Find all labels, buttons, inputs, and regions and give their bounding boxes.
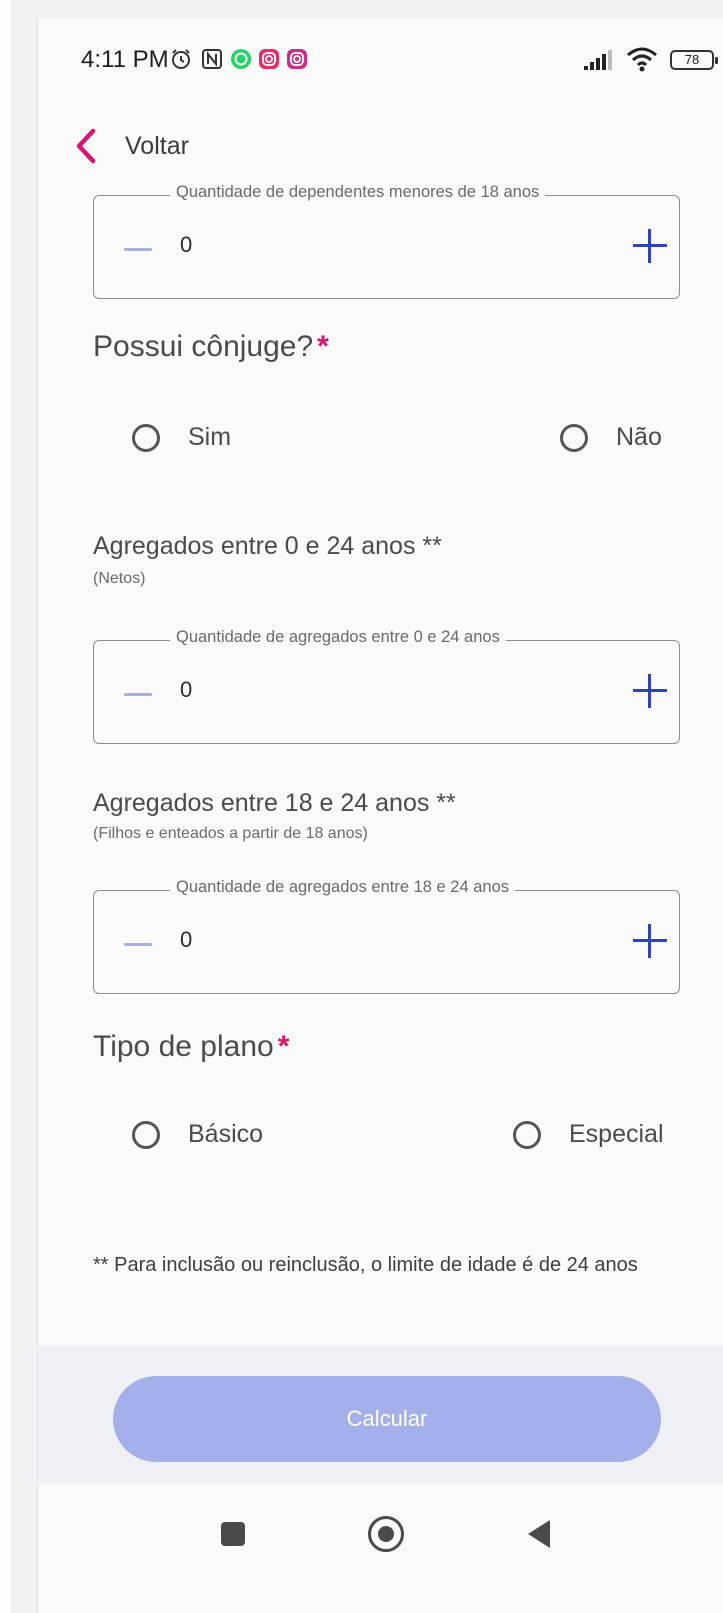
- minus-button[interactable]: [124, 236, 152, 264]
- plus-button[interactable]: [633, 229, 667, 263]
- radio-label: Básico: [188, 1120, 264, 1148]
- plan-radio-basico[interactable]: Básico: [132, 1120, 263, 1149]
- alarm-icon: [172, 49, 190, 69]
- radio-circle-icon: [513, 1120, 541, 1149]
- wifi-icon: [627, 47, 657, 72]
- back-button[interactable]: Voltar: [75, 126, 189, 166]
- aggregates-18-24-label: Quantidade de agregados entre 18 e 24 an…: [170, 878, 516, 897]
- background-panel: [0, 0, 12, 1613]
- aggregates-18-24-subtitle: (Filhos e enteados a partir de 18 anos): [93, 825, 368, 842]
- whatsapp-icon: [231, 49, 251, 69]
- spouse-question-text: Possui cônjuge?: [93, 330, 314, 363]
- plus-button[interactable]: [633, 674, 667, 708]
- plan-radio-especial[interactable]: Especial: [513, 1120, 664, 1149]
- system-nav-bar: [38, 1484, 723, 1613]
- minus-button[interactable]: [124, 681, 152, 709]
- back-label: Voltar: [125, 131, 189, 160]
- age-limit-note: ** Para inclusão ou reinclusão, o limite…: [93, 1254, 638, 1276]
- aggregates-0-24-title: Agregados entre 0 e 24 anos **: [93, 532, 442, 560]
- radio-circle-icon: [560, 423, 588, 452]
- spouse-question: Possui cônjuge? *: [93, 330, 329, 364]
- aggregates-0-24-label: Quantidade de agregados entre 0 e 24 ano…: [170, 628, 506, 647]
- battery-icon: 78: [670, 50, 718, 70]
- bottom-panel: Calcular: [38, 1346, 723, 1484]
- required-marker: *: [317, 330, 329, 363]
- radio-label: Especial: [569, 1120, 664, 1148]
- radio-circle-icon: [132, 423, 160, 452]
- instagram-icon: [259, 49, 279, 69]
- radio-label: Sim: [188, 423, 232, 451]
- nfc-icon: [202, 49, 222, 69]
- aggregates-0-24-value[interactable]: 0: [180, 677, 192, 703]
- spouse-radio-sim[interactable]: Sim: [132, 423, 231, 452]
- spouse-radio-nao[interactable]: Não: [560, 423, 662, 452]
- radio-label: Não: [616, 423, 662, 451]
- plan-question-text: Tipo de plano: [93, 1030, 274, 1063]
- chevron-left-icon: [76, 128, 96, 164]
- recent-apps-icon[interactable]: [221, 1522, 245, 1546]
- aggregates-18-24-value[interactable]: 0: [180, 927, 192, 953]
- phone-screen: 4:11 PM 78 Voltar Quantidade de dependen…: [37, 18, 723, 1613]
- calculate-button[interactable]: Calcular: [113, 1376, 661, 1462]
- signal-icon: [584, 50, 612, 70]
- aggregates-18-24-stepper: Quantidade de agregados entre 18 e 24 an…: [93, 878, 680, 994]
- plan-question: Tipo de plano *: [93, 1030, 289, 1064]
- dependents-value[interactable]: 0: [180, 232, 192, 258]
- plus-button[interactable]: [633, 924, 667, 958]
- dependents-stepper: Quantidade de dependentes menores de 18 …: [93, 183, 680, 299]
- instagram-icon: [287, 49, 307, 69]
- minus-button[interactable]: [124, 931, 152, 959]
- status-bar: 4:11 PM 78: [38, 46, 723, 86]
- radio-circle-icon: [132, 1120, 160, 1149]
- aggregates-0-24-subtitle: (Netos): [93, 570, 146, 587]
- aggregates-18-24-title: Agregados entre 18 e 24 anos **: [93, 789, 456, 817]
- dependents-label: Quantidade de dependentes menores de 18 …: [170, 183, 546, 202]
- status-time: 4:11 PM: [81, 46, 169, 73]
- home-icon[interactable]: [368, 1516, 404, 1552]
- back-triangle-icon[interactable]: [528, 1520, 550, 1548]
- required-marker: *: [277, 1030, 290, 1063]
- aggregates-0-24-stepper: Quantidade de agregados entre 0 e 24 ano…: [93, 628, 680, 744]
